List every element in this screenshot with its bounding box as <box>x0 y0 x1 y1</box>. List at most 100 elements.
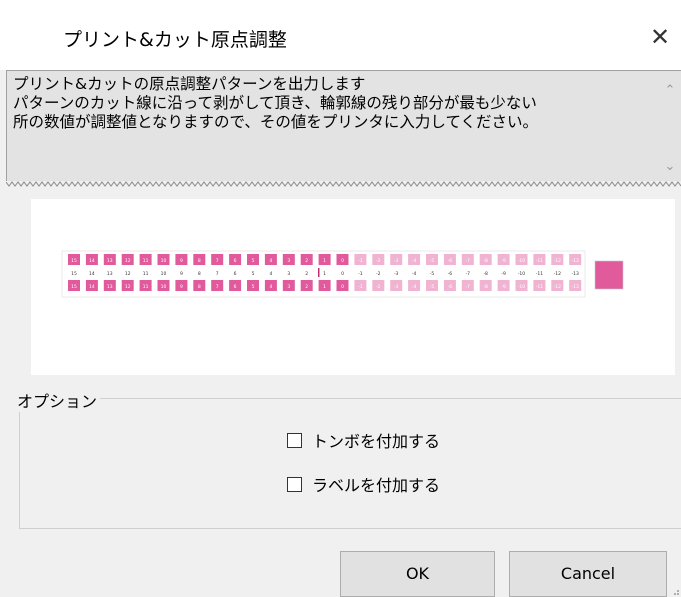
pattern-cell-middle-number: 0 <box>341 271 344 277</box>
pattern-cell-bottom-number: -9 <box>501 284 506 290</box>
pattern-cell-bottom-number: -7 <box>466 284 471 290</box>
chevron-down-icon[interactable]: ⌄ <box>660 157 680 177</box>
pattern-cell-middle-number: -5 <box>430 271 435 277</box>
pattern-cell-middle-number: 13 <box>107 271 113 277</box>
pattern-cell-top-number: 7 <box>216 258 219 264</box>
pattern-cell-bottom-number: -4 <box>412 284 417 290</box>
pattern-cell-top-number: -5 <box>430 258 435 264</box>
pattern-cell-bottom-number: -13 <box>572 284 579 290</box>
pattern-cell-middle-number: -12 <box>554 271 561 277</box>
pattern-cell-top-number: 9 <box>180 258 183 264</box>
pattern-cell-bottom-number: 4 <box>269 284 272 290</box>
pattern-cell-middle-number: 11 <box>143 271 149 277</box>
pattern-cell-bottom-number: 12 <box>125 284 131 290</box>
pattern-cell-top-number: -3 <box>394 258 399 264</box>
pattern-cell-middle-number: 2 <box>305 271 308 277</box>
pattern-cell-top-number: 0 <box>341 258 344 264</box>
pattern-cell-bottom-number: -2 <box>376 284 381 290</box>
pattern-cell-top-number: -4 <box>412 258 417 264</box>
label-option[interactable]: ラベルを付加する <box>287 472 440 496</box>
pattern-cell-middle-number: -6 <box>448 271 453 277</box>
pattern-cell-bottom-number: 10 <box>161 284 167 290</box>
pattern-cell-middle-number: 10 <box>161 271 167 277</box>
pattern-cell-top-number: 4 <box>269 258 272 264</box>
label-checkbox[interactable] <box>287 476 302 492</box>
pattern-cell-top-number: -8 <box>483 258 488 264</box>
pattern-cell-bottom-number: -1 <box>358 284 363 290</box>
pattern-cell-middle-number: -1 <box>358 271 363 277</box>
title-bar: プリント&カット原点調整 ✕ <box>0 0 681 70</box>
pattern-cell-middle-number: 1 <box>323 271 326 277</box>
pattern-cell-bottom-number: 1 <box>323 284 326 290</box>
pattern-cell-top-number: -12 <box>554 258 561 264</box>
pattern-cell-middle-number: -2 <box>376 271 381 277</box>
pattern-cell-middle-number: 7 <box>216 271 219 277</box>
pattern-cell-bottom-number: 0 <box>341 284 344 290</box>
pattern-cell-bottom-number: 5 <box>252 284 255 290</box>
pattern-cell-middle-number: 6 <box>234 271 237 277</box>
description-text: プリント&カットの原点調整パターンを出力します パターンのカット線に沿って剥がし… <box>13 75 538 131</box>
pattern-cell-bottom-number: 14 <box>89 284 95 290</box>
pattern-cell-middle-number: -4 <box>412 271 417 277</box>
label-option-label: ラベルを付加する <box>312 476 441 495</box>
pattern-cell-top-number: -11 <box>536 258 543 264</box>
pattern-cell-top-number: -9 <box>501 258 506 264</box>
pattern-cell-middle-number: -10 <box>518 271 525 277</box>
registration-square <box>594 260 624 290</box>
pattern-cell-bottom-number: -5 <box>430 284 435 290</box>
pattern-cell-middle-number: -13 <box>572 271 579 277</box>
pattern-cell-top-number: 2 <box>305 258 308 264</box>
pattern-cell-middle-number: 4 <box>269 271 272 277</box>
window-title: プリント&カット原点調整 <box>63 29 287 51</box>
pattern-cell-top-number: -1 <box>358 258 363 264</box>
registration-marks-label: トンボを付加する <box>312 432 441 451</box>
pattern-cell-middle-number: 5 <box>252 271 255 277</box>
pattern-cell-top-number: 14 <box>89 258 95 264</box>
pattern-cell-middle-number: -11 <box>536 271 543 277</box>
pattern-cell-middle-number: 12 <box>125 271 131 277</box>
pattern-cell-bottom-number: 8 <box>198 284 201 290</box>
description-box: プリント&カットの原点調整パターンを出力します パターンのカット線に沿って剥がし… <box>6 70 681 181</box>
pattern-cell-middle-number: -8 <box>483 271 488 277</box>
registration-marks-option[interactable]: トンボを付加する <box>287 428 440 452</box>
alignment-pattern: 1515151414141313131212121111111010109998… <box>61 250 624 298</box>
pattern-cell-bottom-number: 6 <box>234 284 237 290</box>
pattern-cell-bottom-number: -6 <box>448 284 453 290</box>
zero-marker <box>318 268 320 277</box>
options-group <box>19 398 681 529</box>
pattern-cell-top-number: 1 <box>323 258 326 264</box>
pattern-cell-top-number: 10 <box>161 258 167 264</box>
close-icon[interactable]: ✕ <box>645 22 675 52</box>
ok-button[interactable]: OK <box>340 551 495 597</box>
pattern-cell-bottom-number: -12 <box>554 284 561 290</box>
pattern-cell-top-number: -7 <box>466 258 471 264</box>
pattern-cell-bottom-number: 15 <box>71 284 77 290</box>
pattern-cell-top-number: 12 <box>125 258 131 264</box>
pattern-preview: 15 15 15 14 14 14 13 13 13 12 12 12 11 11 11 10 10 10 9 9 9 8… <box>31 199 675 375</box>
pattern-cell-top-number: 8 <box>198 258 201 264</box>
pattern-cell-bottom-number: 9 <box>180 284 183 290</box>
pattern-cell-middle-number: 3 <box>287 271 290 277</box>
pattern-cell-bottom-number: 7 <box>216 284 219 290</box>
chevron-up-icon[interactable]: ⌃ <box>660 81 680 101</box>
pattern-cell-middle-number: -7 <box>466 271 471 277</box>
pattern-cell-top-number: 3 <box>287 258 290 264</box>
pattern-cell-bottom-number: -3 <box>394 284 399 290</box>
pattern-cell-bottom-number: -8 <box>483 284 488 290</box>
pattern-cell-top-number: 15 <box>71 258 77 264</box>
cancel-button[interactable]: Cancel <box>509 551 667 597</box>
pattern-cell-middle-number: 15 <box>71 271 77 277</box>
pattern-cell-top-number: 5 <box>252 258 255 264</box>
divider <box>6 181 681 187</box>
pattern-cell-bottom-number: -11 <box>536 284 543 290</box>
pattern-cell-middle-number: -9 <box>501 271 506 277</box>
pattern-cell-middle-number: 14 <box>89 271 95 277</box>
pattern-cell-bottom-number: 2 <box>305 284 308 290</box>
pattern-cell-top-number: -10 <box>518 258 525 264</box>
resize-grip-icon[interactable] <box>670 585 681 597</box>
pattern-cell-top-number: 11 <box>143 258 149 264</box>
pattern-cell-middle-number: 9 <box>180 271 183 277</box>
pattern-cell-top-number: -6 <box>448 258 453 264</box>
pattern-cell-top-number: 6 <box>234 258 237 264</box>
registration-marks-checkbox[interactable] <box>287 432 302 448</box>
